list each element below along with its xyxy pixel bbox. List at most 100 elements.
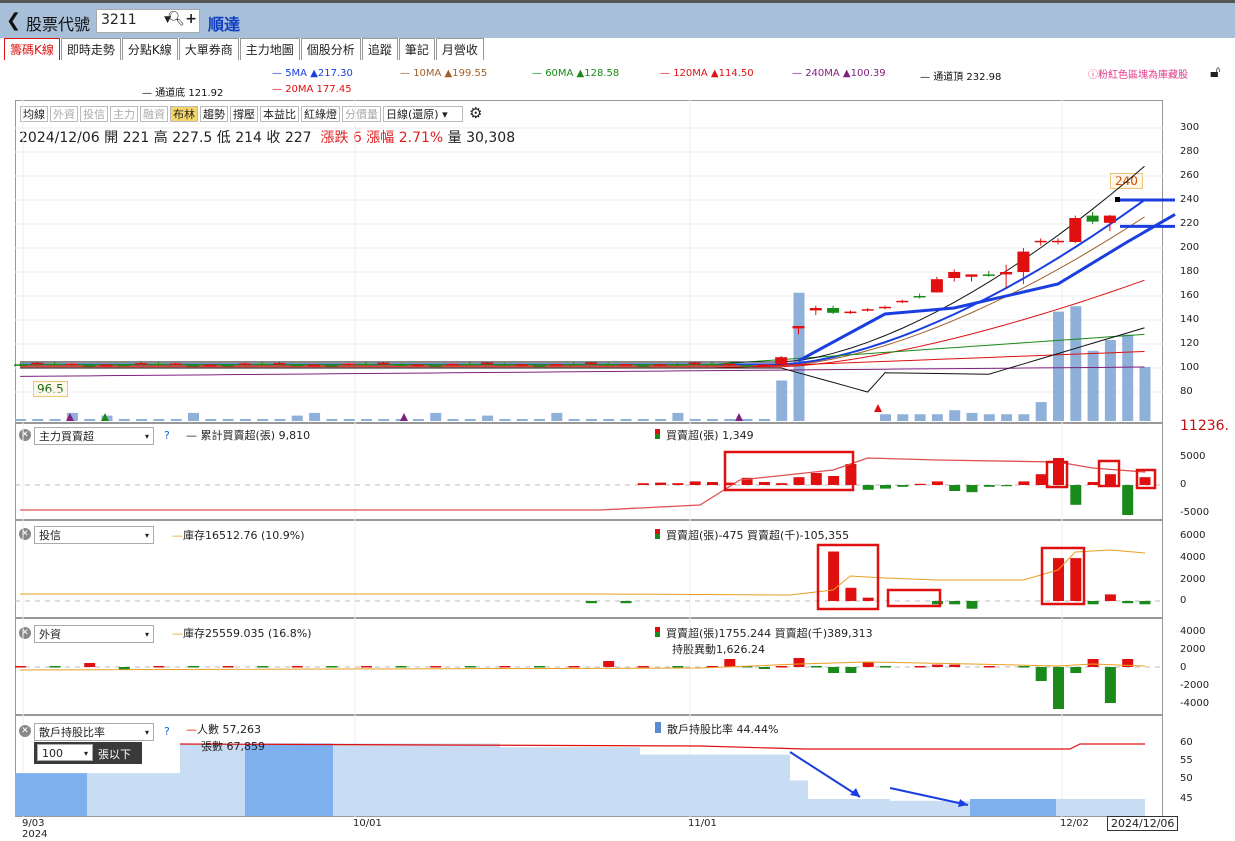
foreign-bar — [1053, 667, 1064, 709]
volume-bar — [983, 414, 995, 421]
volume-bar — [84, 418, 96, 421]
candle-body — [152, 363, 165, 365]
volume-bar — [880, 414, 891, 421]
main-force-bar — [983, 485, 995, 487]
main-force-bar — [931, 481, 943, 485]
foreign-bar — [672, 666, 684, 668]
trust-bar — [1104, 594, 1116, 601]
volume-bar — [776, 380, 788, 421]
candle-body — [394, 364, 407, 366]
trust-bar — [1053, 558, 1064, 601]
p4-axis: 50 — [1180, 773, 1193, 784]
retail-area — [1056, 799, 1145, 816]
volume-bar — [689, 418, 701, 421]
foreign-bar — [1070, 667, 1082, 673]
main-force-bar — [966, 485, 978, 493]
foreign-bar — [810, 666, 822, 668]
main-force-bar — [845, 464, 857, 485]
foreign-bar — [1104, 667, 1116, 703]
main-force-bar — [793, 477, 805, 485]
candle-body — [1086, 215, 1099, 222]
main-force-bar — [810, 473, 822, 485]
volume-bar — [724, 418, 736, 421]
volume-bar — [464, 418, 476, 421]
help-icon[interactable]: ? — [164, 725, 170, 738]
foreign-bar — [15, 666, 26, 668]
channel-bottom-line — [20, 327, 1145, 393]
retail-area — [245, 743, 333, 816]
x-date-label: 10/01 — [353, 818, 382, 829]
foreign-bar — [499, 666, 511, 668]
volume-bar — [326, 418, 338, 421]
candle-body — [1017, 251, 1030, 272]
main-force-bar — [707, 482, 718, 485]
ma20-line — [20, 279, 1145, 368]
candle-body — [982, 274, 995, 276]
retail-area — [180, 743, 245, 816]
candle-body — [117, 364, 130, 367]
candle-body — [879, 306, 891, 309]
candle-body — [602, 363, 615, 366]
foreign-bar — [845, 667, 857, 673]
main-force-bar — [1001, 485, 1013, 487]
foreign-bar — [758, 667, 770, 669]
candle-body — [706, 363, 718, 366]
foreign-bar — [776, 666, 788, 668]
foreign-bar — [84, 663, 96, 667]
candle-body — [619, 364, 632, 366]
p4-axis: 55 — [1180, 755, 1193, 766]
candle-body — [256, 363, 269, 365]
volume-bar — [568, 418, 580, 421]
foreign-bar — [568, 666, 580, 668]
volume-bar — [897, 414, 909, 421]
main-force-bar — [672, 483, 684, 485]
volume-bar — [1122, 334, 1134, 421]
lot-select[interactable]: 100 ▾ — [37, 744, 93, 761]
candle-body — [567, 363, 580, 366]
candle-body — [636, 365, 649, 367]
close-icon[interactable]: ✕ — [19, 725, 31, 737]
volume-bar — [534, 418, 545, 421]
x-date-label: 12/02 — [1060, 818, 1089, 829]
candle-body — [446, 363, 459, 366]
candle-body — [411, 364, 424, 366]
volume-bar — [707, 418, 718, 421]
main-force-bar — [897, 485, 909, 487]
candle-body — [135, 363, 148, 365]
foreign-bar — [603, 661, 615, 667]
volume-bar — [32, 418, 44, 421]
foreign-bar — [828, 667, 840, 673]
volume-bar — [655, 418, 667, 421]
volume-bar — [672, 412, 684, 421]
main-force-bar — [880, 485, 891, 489]
panel4-select[interactable]: 散戶持股比率 ▾ — [34, 723, 154, 741]
volume-bar — [516, 418, 528, 421]
trust-bar — [1070, 558, 1082, 601]
candle-body — [584, 362, 597, 365]
foreign-bar — [1087, 659, 1099, 667]
candle-body — [671, 364, 684, 366]
main-force-bar — [1070, 485, 1082, 505]
foreign-bar — [949, 664, 961, 667]
trend-arrow — [797, 213, 1176, 363]
candle-body — [238, 363, 251, 365]
candle-body — [1052, 240, 1064, 243]
volume-bar — [343, 418, 355, 421]
main-force-bar — [655, 482, 667, 485]
panel4-legend-lots: 張數 67,859 — [201, 740, 265, 753]
x-date-label: 9/03 — [22, 818, 45, 829]
candle-body — [498, 364, 511, 366]
volume-bar — [291, 415, 303, 421]
candle-body — [342, 363, 355, 366]
lot-label: 張以下 — [98, 748, 131, 761]
volume-bar — [15, 418, 26, 421]
candle-body — [965, 274, 978, 277]
trust-bar — [966, 601, 978, 609]
candle-body — [429, 365, 442, 367]
main-force-bar — [1018, 481, 1030, 485]
candle-body — [100, 364, 113, 367]
foreign-bar — [326, 666, 338, 668]
volume-bar — [949, 410, 961, 421]
foreign-bar — [430, 666, 442, 668]
chart-canvas — [14, 100, 1176, 817]
